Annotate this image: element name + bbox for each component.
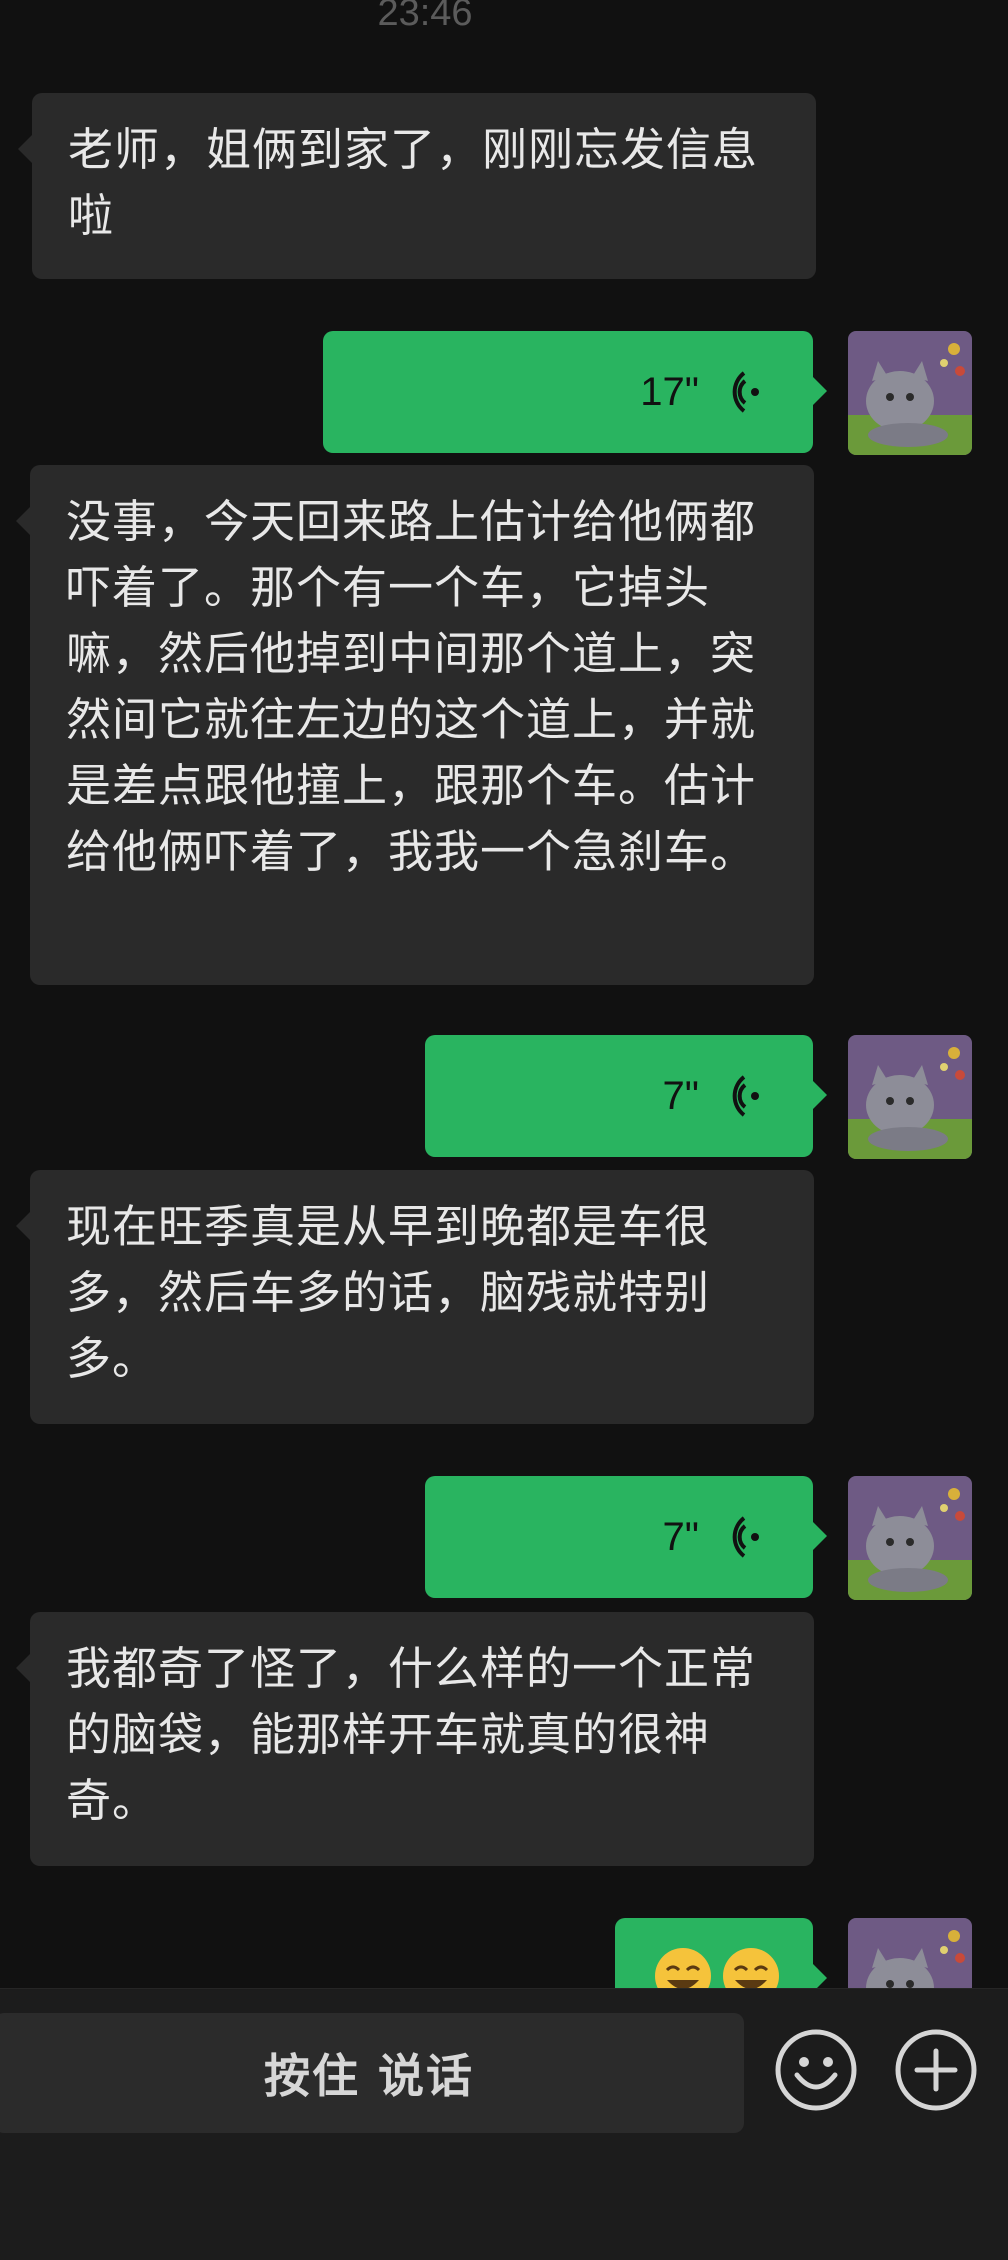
message-text: 现在旺季真是从早到晚都是车很多，然后车多的话，脑残就特别多。 bbox=[66, 1200, 711, 1385]
voice-duration: 7" bbox=[662, 1514, 699, 1559]
voice-wave-icon bbox=[725, 369, 765, 415]
user-avatar[interactable] bbox=[848, 331, 972, 455]
user-avatar[interactable] bbox=[848, 1476, 972, 1600]
message-text: 老师，姐俩到家了，刚刚忘发信息啦 bbox=[68, 123, 759, 242]
incoming-message-bubble[interactable]: 没事，今天回来路上估计给他俩都吓着了。那个有一个车，它掉头嘛，然后他掉到中间那个… bbox=[16, 465, 814, 985]
voice-wave-icon bbox=[725, 1073, 765, 1119]
chat-input-bar: 按住 说话 bbox=[0, 1988, 1008, 2260]
message-text: 没事，今天回来路上估计给他俩都吓着了。那个有一个车，它掉头嘛，然后他掉到中间那个… bbox=[66, 495, 757, 878]
voice-duration: 7" bbox=[662, 1073, 699, 1118]
incoming-message-bubble[interactable]: 现在旺季真是从早到晚都是车很多，然后车多的话，脑残就特别多。 bbox=[16, 1170, 814, 1424]
voice-duration: 17" bbox=[640, 369, 699, 414]
outgoing-voice-message[interactable]: 17" bbox=[323, 331, 827, 453]
incoming-message-bubble[interactable]: 老师，姐俩到家了，刚刚忘发信息啦 bbox=[18, 93, 816, 279]
plus-circle-icon[interactable] bbox=[893, 2027, 979, 2113]
hold-to-talk-button[interactable]: 按住 说话 bbox=[0, 2013, 744, 2133]
incoming-message-bubble[interactable]: 我都奇了怪了，什么样的一个正常的脑袋，能那样开车就真的很神奇。 bbox=[16, 1612, 814, 1866]
smiley-face-icon[interactable] bbox=[773, 2027, 859, 2113]
chat-timestamp: 23:46 bbox=[377, 0, 473, 34]
outgoing-voice-message[interactable]: 7" bbox=[425, 1476, 827, 1598]
voice-wave-icon bbox=[725, 1514, 765, 1560]
user-avatar[interactable] bbox=[848, 1035, 972, 1159]
outgoing-voice-message[interactable]: 7" bbox=[425, 1035, 827, 1157]
message-text: 我都奇了怪了，什么样的一个正常的脑袋，能那样开车就真的很神奇。 bbox=[66, 1642, 757, 1827]
